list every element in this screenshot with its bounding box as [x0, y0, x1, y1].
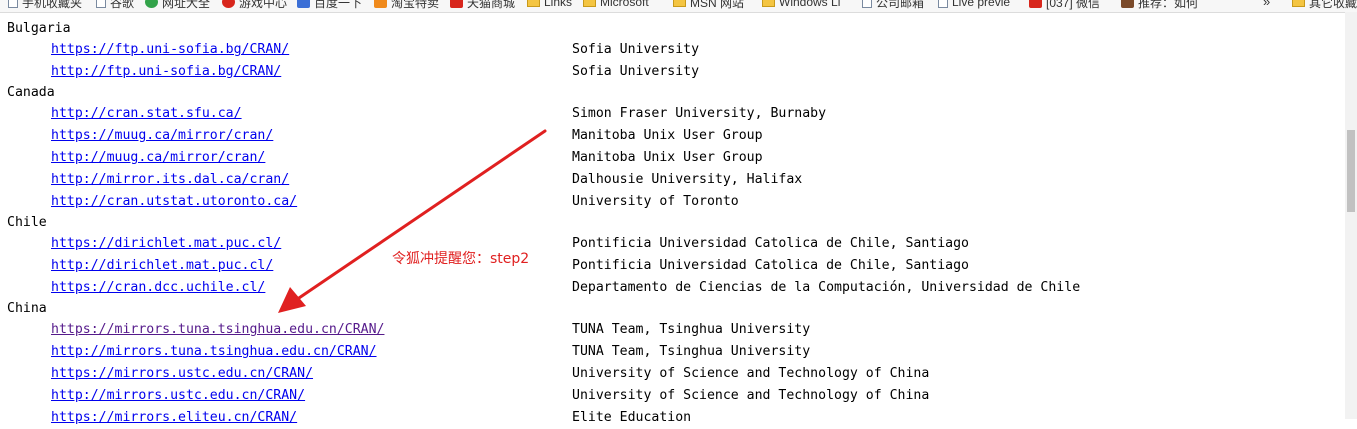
- annotation-note: 令狐冲提醒您：step2: [392, 251, 530, 267]
- vertical-scrollbar[interactable]: [1345, 12, 1357, 419]
- annotation-arrow-icon: [278, 129, 547, 313]
- scrollbar-thumb[interactable]: [1347, 130, 1355, 212]
